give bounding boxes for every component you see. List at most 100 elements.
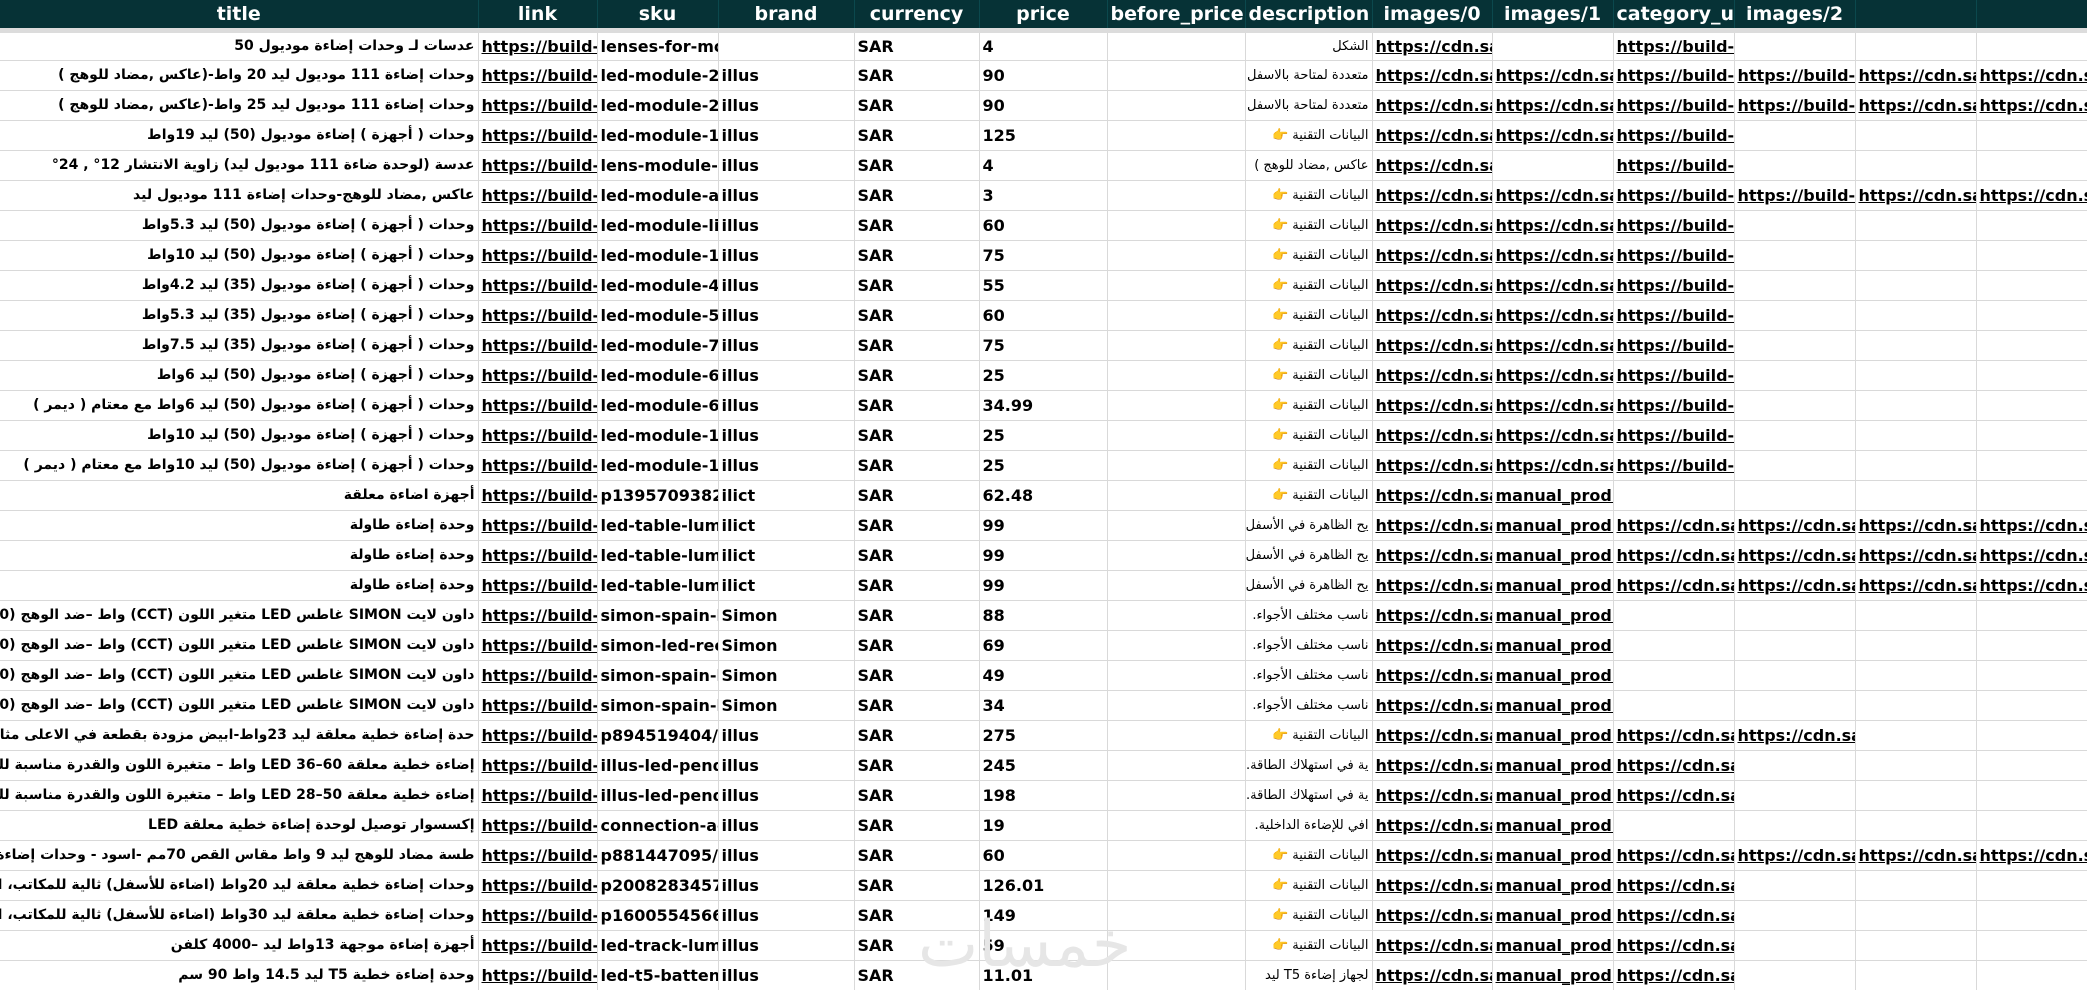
- sku-cell[interactable]: led-module-6w-: [597, 390, 719, 421]
- before-price-cell[interactable]: [1107, 420, 1246, 451]
- title-cell[interactable]: وحدات إضاءة 111 موديول ليد 25 واط-(عاكس …: [0, 90, 479, 121]
- link-cell[interactable]: https://build-sta: [478, 720, 598, 751]
- image2-cell[interactable]: [1734, 390, 1856, 421]
- before-price-cell[interactable]: [1107, 90, 1246, 121]
- extra-cell[interactable]: [1976, 390, 2087, 421]
- column-header[interactable]: price: [979, 0, 1108, 30]
- extra-cell[interactable]: https://cdn.salla: [1855, 570, 1977, 601]
- link-cell[interactable]: https://build-sta: [478, 960, 598, 990]
- brand-cell[interactable]: illus: [718, 870, 855, 901]
- image0-cell[interactable]: https://cdn.salla: [1372, 390, 1493, 421]
- image2-cell[interactable]: [1734, 210, 1856, 241]
- currency-cell[interactable]: SAR: [854, 750, 980, 781]
- title-cell[interactable]: إضاءة خطية معلقة LED 36–60 واط – متغيرة …: [0, 750, 479, 781]
- image2-cell[interactable]: https://cdn.salla: [1734, 840, 1856, 871]
- currency-cell[interactable]: SAR: [854, 540, 980, 571]
- image0-cell[interactable]: https://cdn.salla: [1372, 120, 1493, 151]
- before-price-cell[interactable]: [1107, 690, 1246, 721]
- price-cell[interactable]: 125: [979, 120, 1108, 151]
- title-cell[interactable]: طسة مضاد للوهج ليد 9 واط مقاس القص 70مم …: [0, 840, 479, 871]
- before-price-cell[interactable]: [1107, 510, 1246, 541]
- link-cell[interactable]: https://build-sta: [478, 360, 598, 391]
- image2-cell[interactable]: [1734, 630, 1856, 661]
- before-price-cell[interactable]: [1107, 870, 1246, 901]
- table-row[interactable]: إضاءة خطية معلقة LED 36–60 واط – متغيرة …: [0, 750, 2087, 781]
- extra-cell[interactable]: [1976, 330, 2087, 361]
- extra-cell[interactable]: [1855, 870, 1977, 901]
- table-row[interactable]: عدسة (لوحدة ضاءة 111 موديول ليد) زاوية ا…: [0, 150, 2087, 181]
- column-header[interactable]: link: [478, 0, 598, 30]
- image1-cell[interactable]: manual_produc: [1492, 510, 1614, 541]
- sku-cell[interactable]: led-module-6w-: [597, 360, 719, 391]
- brand-cell[interactable]: illus: [718, 60, 855, 91]
- category-url-cell[interactable]: https://build-sta: [1613, 180, 1735, 211]
- image1-cell[interactable]: manual_produc: [1492, 720, 1614, 751]
- image1-cell[interactable]: manual_produc: [1492, 900, 1614, 931]
- title-cell[interactable]: وحدة إضاءة طاولة: [0, 540, 479, 571]
- sku-cell[interactable]: led-module-7w-: [597, 330, 719, 361]
- before-price-cell[interactable]: [1107, 750, 1246, 781]
- image1-cell[interactable]: https://cdn.salla: [1492, 240, 1614, 271]
- currency-cell[interactable]: SAR: [854, 570, 980, 601]
- price-cell[interactable]: 245: [979, 750, 1108, 781]
- image0-cell[interactable]: https://cdn.salla: [1372, 630, 1493, 661]
- before-price-cell[interactable]: [1107, 840, 1246, 871]
- image1-cell[interactable]: [1492, 27, 1614, 61]
- image1-cell[interactable]: manual_produc: [1492, 570, 1614, 601]
- image2-cell[interactable]: [1734, 690, 1856, 721]
- category-url-cell[interactable]: https://cdn.salla: [1613, 570, 1735, 601]
- image1-cell[interactable]: manual_products: [1492, 690, 1614, 721]
- price-cell[interactable]: 25: [979, 360, 1108, 391]
- brand-cell[interactable]: [718, 27, 855, 61]
- sku-cell[interactable]: simon-spain-le: [597, 660, 719, 691]
- description-cell[interactable]: متعددة لمتاحة بالاسفل: [1245, 60, 1373, 91]
- image2-cell[interactable]: [1734, 120, 1856, 151]
- image0-cell[interactable]: https://cdn.salla: [1372, 900, 1493, 931]
- extra-cell[interactable]: [1976, 210, 2087, 241]
- image0-cell[interactable]: https://cdn.salla: [1372, 330, 1493, 361]
- category-url-cell[interactable]: https://cdn.salla.sa/zKxdl/products/PZom…: [1613, 780, 1735, 811]
- link-cell[interactable]: https://build-sta: [478, 780, 598, 811]
- currency-cell[interactable]: SAR: [854, 660, 980, 691]
- image2-cell[interactable]: [1734, 810, 1856, 841]
- image1-cell[interactable]: https://cdn.salla: [1492, 210, 1614, 241]
- image0-cell[interactable]: https://cdn.salla: [1372, 690, 1493, 721]
- image2-cell[interactable]: https://cdn.salla: [1734, 510, 1856, 541]
- extra-cell[interactable]: [1976, 960, 2087, 990]
- table-row[interactable]: وحدات ( أجهزة ) إضاءة موديول (50) ليد 6و…: [0, 390, 2087, 421]
- description-cell[interactable]: البيانات التقنية 👉: [1245, 390, 1373, 421]
- link-cell[interactable]: https://build-sta: [478, 180, 598, 211]
- link-cell[interactable]: https://build-sta: [478, 90, 598, 121]
- extra-cell[interactable]: [1855, 450, 1977, 481]
- sku-cell[interactable]: led-track-lumin: [597, 930, 719, 961]
- extra-cell[interactable]: [1855, 270, 1977, 301]
- category-url-cell[interactable]: [1613, 600, 1735, 631]
- currency-cell[interactable]: SAR: [854, 27, 980, 61]
- link-cell[interactable]: https://build-sta: [478, 660, 598, 691]
- category-url-cell[interactable]: https://build-station.com/ar/Lamp/c54982…: [1613, 450, 1735, 481]
- before-price-cell[interactable]: [1107, 930, 1246, 961]
- price-cell[interactable]: 49: [979, 660, 1108, 691]
- image2-cell[interactable]: [1734, 420, 1856, 451]
- image0-cell[interactable]: https://cdn.salla: [1372, 750, 1493, 781]
- brand-cell[interactable]: illus: [718, 180, 855, 211]
- brand-cell[interactable]: illus: [718, 780, 855, 811]
- image1-cell[interactable]: https://cdn.salla.sa/zKxdl/28ba: [1492, 360, 1614, 391]
- currency-cell[interactable]: SAR: [854, 300, 980, 331]
- extra-cell[interactable]: [1976, 420, 2087, 451]
- extra-cell[interactable]: [1976, 780, 2087, 811]
- link-cell[interactable]: https://build-sta: [478, 420, 598, 451]
- extra-cell[interactable]: https://cdn.salla: [1855, 840, 1977, 871]
- before-price-cell[interactable]: [1107, 210, 1246, 241]
- category-url-cell[interactable]: [1613, 660, 1735, 691]
- description-cell[interactable]: الشكل: [1245, 27, 1373, 61]
- brand-cell[interactable]: illus: [718, 270, 855, 301]
- link-cell[interactable]: https://build-sta: [478, 27, 598, 61]
- title-cell[interactable]: أجهزة اضاءة معلقة: [0, 480, 479, 511]
- extra-cell[interactable]: [1855, 660, 1977, 691]
- category-url-cell[interactable]: https://cdn.salla: [1613, 540, 1735, 571]
- brand-cell[interactable]: ilict: [718, 540, 855, 571]
- extra-cell[interactable]: [1976, 120, 2087, 151]
- image0-cell[interactable]: https://cdn.salla: [1372, 180, 1493, 211]
- table-row[interactable]: وحدة إضاءة خطية T5 ليد 14.5 واط 90 سم htt…: [0, 960, 2087, 990]
